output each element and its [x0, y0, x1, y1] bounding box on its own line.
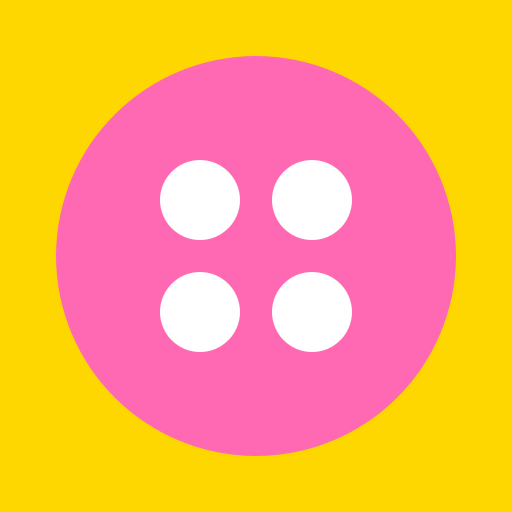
- button-hole-bottom-left: [160, 272, 240, 352]
- app-icon-canvas: [0, 0, 512, 512]
- button-hole-top-right: [272, 160, 352, 240]
- sewing-button-icon: [56, 56, 456, 456]
- button-hole-bottom-right: [272, 272, 352, 352]
- button-hole-top-left: [160, 160, 240, 240]
